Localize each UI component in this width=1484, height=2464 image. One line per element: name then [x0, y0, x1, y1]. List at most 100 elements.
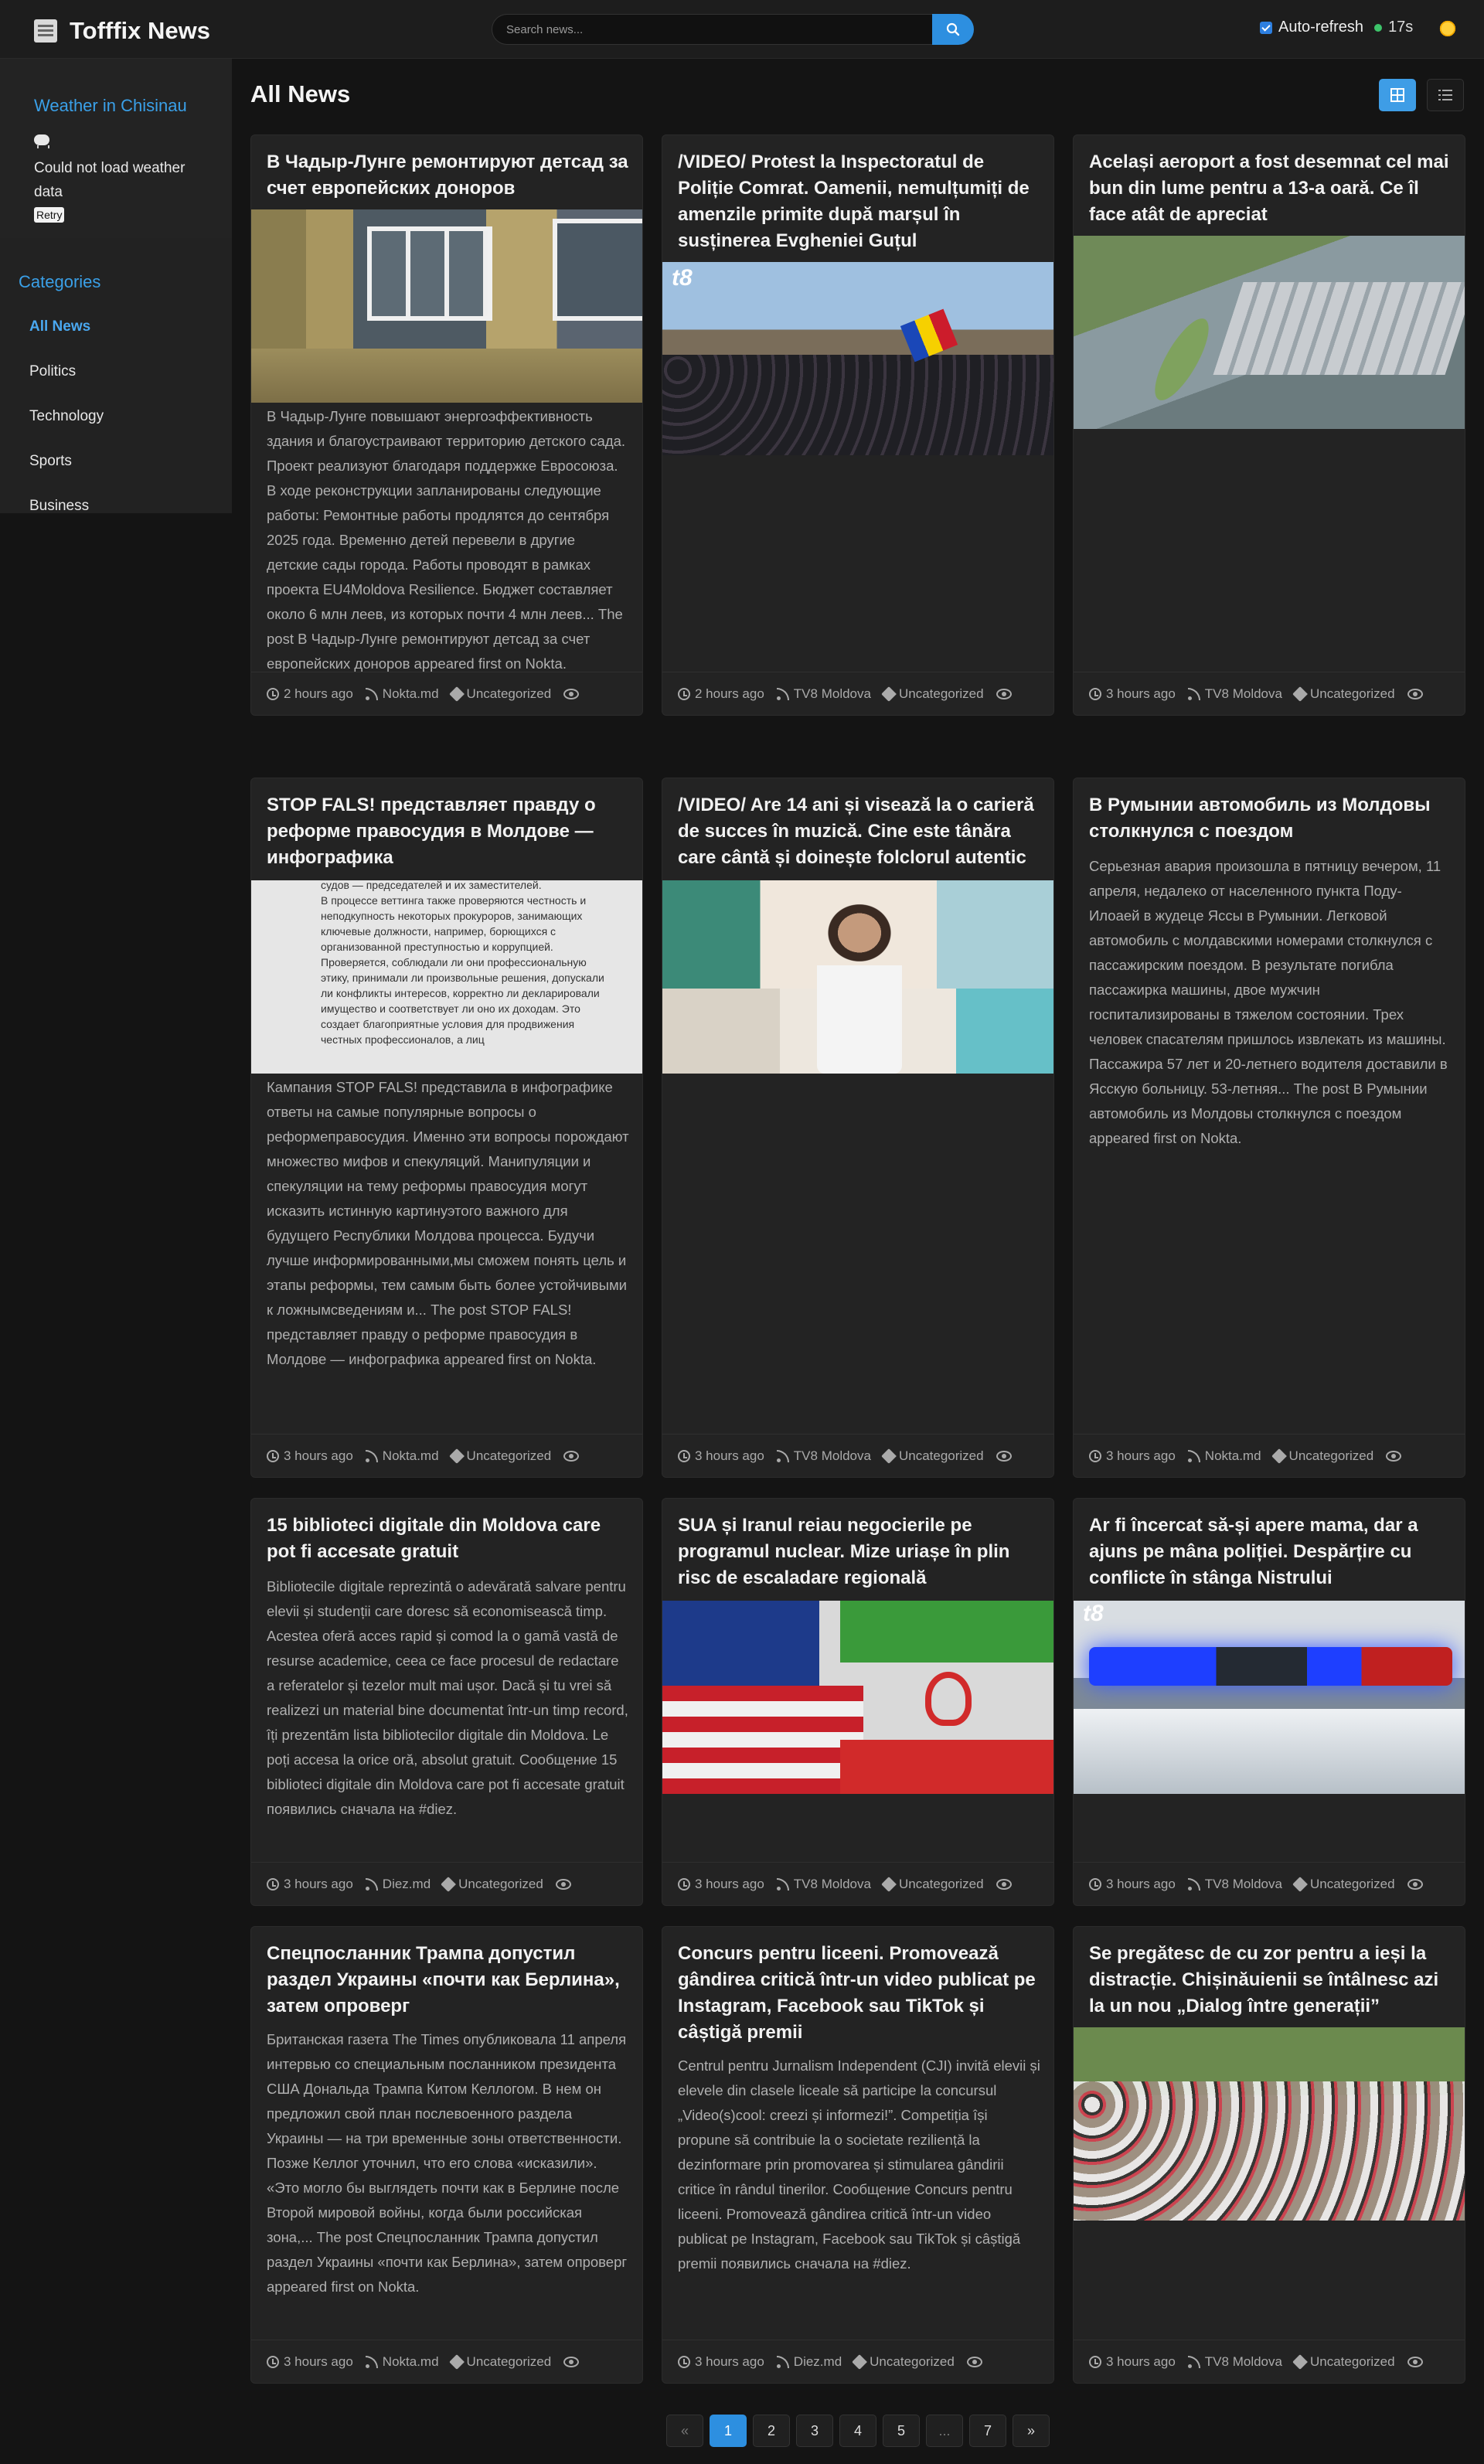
eye-icon[interactable] [966, 2356, 982, 2367]
card-title[interactable]: SUA și Iranul reiau negocierile pe progr… [678, 1513, 1043, 1591]
card-time: 3 hours ago [284, 1876, 353, 1891]
page-button-1[interactable]: 1 [710, 2415, 747, 2447]
sidebar-item-technology[interactable]: Technology [29, 408, 104, 425]
tag-icon [1271, 1448, 1287, 1464]
card-image[interactable] [251, 209, 642, 403]
news-card[interactable]: SUA și Iranul reiau negocierile pe progr… [662, 1498, 1054, 1906]
tag-icon [1292, 686, 1308, 702]
news-card[interactable]: STOP FALS! представляет правду о реформе… [250, 778, 643, 1478]
airport-aerial-image [1074, 236, 1465, 429]
card-category: Uncategorized [1309, 2353, 1395, 2369]
card-title[interactable]: /VIDEO/ Are 14 ani și visează la o carie… [678, 792, 1043, 871]
prev-page-button[interactable]: « [666, 2415, 703, 2447]
news-card[interactable]: В Румынии автомобиль из Молдовы столкнул… [1073, 778, 1465, 1478]
card-title[interactable]: В Румынии автомобиль из Молдовы столкнул… [1089, 792, 1454, 845]
tag-icon [1292, 2353, 1308, 2370]
auto-refresh-checkbox[interactable] [1260, 21, 1272, 34]
card-source: TV8 Moldova [1204, 2353, 1282, 2369]
news-card[interactable]: /VIDEO/ Protest la Inspectoratul de Poli… [662, 134, 1054, 716]
park-dancing-image [1074, 2027, 1465, 2221]
page-button-2[interactable]: 2 [753, 2415, 790, 2447]
eye-icon[interactable] [1407, 688, 1423, 699]
rss-icon [1187, 1877, 1200, 1891]
eye-icon[interactable] [1407, 1878, 1423, 1890]
card-title[interactable]: Спецпосланник Трампа допустил раздел Укр… [267, 1941, 631, 2020]
newspaper-icon [34, 19, 57, 43]
card-image[interactable] [1074, 2027, 1465, 2221]
card-title[interactable]: Ar fi încercat să-și apere mama, dar a a… [1089, 1513, 1454, 1591]
clock-icon [1089, 687, 1101, 700]
card-title[interactable]: STOP FALS! представляет правду о реформе… [267, 792, 631, 871]
tag-icon [448, 2353, 465, 2370]
card-image[interactable]: судов — председателей и их заместителей.… [251, 880, 642, 1074]
card-title[interactable]: /VIDEO/ Protest la Inspectoratul de Poli… [678, 149, 1043, 254]
news-card[interactable]: Ar fi încercat să-și apere mama, dar a a… [1073, 1498, 1465, 1906]
search-button[interactable] [932, 14, 974, 45]
eye-icon[interactable] [555, 1878, 571, 1890]
sidebar-item-business[interactable]: Business [29, 498, 89, 513]
eye-icon[interactable] [996, 1450, 1012, 1462]
card-image[interactable] [662, 880, 1053, 1074]
page-button-5[interactable]: 5 [883, 2415, 920, 2447]
card-image[interactable]: t8 [1074, 1601, 1465, 1794]
card-title[interactable]: Același aeroport a fost desemnat cel mai… [1089, 149, 1454, 228]
news-card[interactable]: 15 biblioteci digitale din Moldova care … [250, 1498, 643, 1906]
eye-icon[interactable] [563, 1450, 580, 1462]
rss-icon [1187, 1449, 1200, 1462]
card-footer: 2 hours ago Nokta.md Uncategorized [251, 672, 642, 715]
sidebar-item-politics[interactable]: Politics [29, 363, 76, 380]
card-category: Uncategorized [466, 686, 552, 701]
page-button-4[interactable]: 4 [839, 2415, 876, 2447]
card-image[interactable] [662, 1601, 1053, 1794]
tag-icon [1292, 1876, 1308, 1892]
sun-icon[interactable] [1438, 19, 1458, 39]
news-card[interactable]: Același aeroport a fost desemnat cel mai… [1073, 134, 1465, 716]
eye-icon[interactable] [1407, 2356, 1423, 2367]
next-page-button[interactable]: » [1013, 2415, 1050, 2447]
card-footer: 3 hours ago TV8 Moldova Uncategorized [1074, 1862, 1465, 1905]
brand[interactable]: Tofffix News [34, 17, 210, 45]
news-card[interactable]: Concurs pentru liceeni. Promovează gândi… [662, 1926, 1054, 2384]
card-title[interactable]: 15 biblioteci digitale din Moldova care … [267, 1513, 631, 1565]
card-footer: 3 hours ago Nokta.md Uncategorized [1074, 1434, 1465, 1477]
search-icon [946, 22, 960, 36]
eye-icon[interactable] [1386, 1450, 1402, 1462]
list-icon [1438, 90, 1452, 100]
card-title[interactable]: В Чадыр-Лунге ремонтируют детсад за счет… [267, 149, 631, 202]
card-image[interactable] [1074, 236, 1465, 429]
weather-widget: Weather in Chisinau Could not load weath… [0, 59, 232, 238]
search-input[interactable] [492, 14, 932, 45]
news-card[interactable]: /VIDEO/ Are 14 ani și visează la o carie… [662, 778, 1054, 1478]
card-footer: 3 hours ago Diez.md Uncategorized [662, 2340, 1053, 2383]
eye-icon[interactable] [996, 1878, 1012, 1890]
card-title[interactable]: Se pregătesc de cu zor pentru a ieși la … [1089, 1941, 1454, 2020]
rss-icon [776, 687, 789, 700]
rss-icon [776, 1449, 789, 1462]
news-card[interactable]: Se pregătesc de cu zor pentru a ieși la … [1073, 1926, 1465, 2384]
grid-view-button[interactable] [1379, 79, 1416, 111]
eye-icon[interactable] [996, 688, 1012, 699]
card-time: 3 hours ago [284, 2353, 353, 2369]
list-view-button[interactable] [1427, 79, 1464, 111]
retry-button[interactable]: Retry [34, 207, 65, 223]
news-card[interactable]: В Чадыр-Лунге ремонтируют детсад за счет… [250, 134, 643, 716]
card-source: TV8 Moldova [793, 686, 871, 701]
card-category: Uncategorized [898, 686, 984, 701]
card-footer: 3 hours ago TV8 Moldova Uncategorized [662, 1862, 1053, 1905]
sidebar-item-all-news[interactable]: All News [29, 318, 90, 335]
page-button-7[interactable]: 7 [969, 2415, 1006, 2447]
sidebar-item-sports[interactable]: Sports [29, 453, 72, 470]
rss-icon [1187, 687, 1200, 700]
eye-icon[interactable] [563, 688, 580, 699]
card-image[interactable]: t8 [662, 262, 1053, 455]
page-button-3[interactable]: 3 [796, 2415, 833, 2447]
sidebar: Weather in Chisinau Could not load weath… [0, 59, 232, 513]
clock-icon [1089, 1877, 1101, 1891]
clock-icon [267, 1449, 279, 1462]
eye-icon[interactable] [563, 2356, 580, 2367]
auto-refresh-label[interactable]: Auto-refresh [1278, 19, 1363, 36]
news-card[interactable]: Спецпосланник Трампа допустил раздел Укр… [250, 1926, 643, 2384]
card-title[interactable]: Concurs pentru liceeni. Promovează gândi… [678, 1941, 1043, 2046]
weather-error: Could not load weather data [34, 160, 186, 200]
card-source: Diez.md [793, 2353, 842, 2369]
